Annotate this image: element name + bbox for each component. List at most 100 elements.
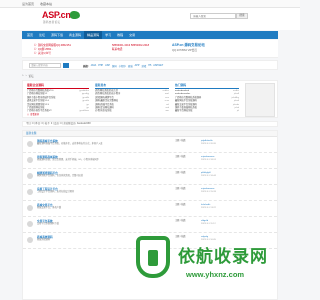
thread-counts: 主题 / 帖数 xyxy=(175,204,186,206)
promo-title-block: ASP.cn 源码交易论坛 QQ:1073564 VIP会员 xyxy=(172,43,205,53)
nav-item-home[interactable]: 首页 xyxy=(24,31,36,39)
thread-user[interactable]: xujiedunmans xyxy=(201,156,215,158)
thread-date: 2023-3-1 11:12 xyxy=(201,223,216,226)
china-map-icon xyxy=(70,11,80,19)
hot-keyword[interactable]: ASP xyxy=(105,64,110,68)
thread-user[interactable]: sfdgsfd xyxy=(201,220,208,222)
thread-last-post: sfdgsfd 2023-3-1 11:12 xyxy=(201,220,216,226)
forum-icon xyxy=(27,221,33,227)
nav-item-commercial[interactable]: 商业源码 xyxy=(66,31,84,39)
breadcrumb-forum[interactable]: 论坛 xyxy=(28,74,33,78)
forum-icon xyxy=(27,141,33,147)
thread-counts: 主题 / 帖数 xyxy=(175,172,186,174)
hot-keyword[interactable]: PHP xyxy=(98,64,103,68)
nav-item-download[interactable]: 源码下载 xyxy=(48,31,66,39)
thread-user[interactable]: xujiedunmans xyxy=(201,188,215,190)
nav-item-forum[interactable]: 论坛 xyxy=(36,31,48,39)
thread-user[interactable]: hsfuhsdfs xyxy=(201,204,210,206)
top-links: 设为首页 收藏本站 xyxy=(22,2,52,6)
list-item[interactable]: [小程序]仿站系统 wer xyxy=(95,110,169,113)
promo-phone: 58653001-3013 58653002-2018 联系电话 xyxy=(112,44,149,52)
watermark-url: www.yhxnz.com xyxy=(186,270,245,279)
thread-date: 2023-3-1 18:24 xyxy=(201,159,216,162)
forum-icon xyxy=(27,205,33,211)
promo-contact-list: 〉〉源码交易网客服QQ:4862151 〉〉QQ群:2582... 〉〉关注公众… xyxy=(34,44,71,56)
hot-keyword[interactable]: 游戏 xyxy=(141,64,146,68)
thread-desc: 棋牌游戏平台源码，包含多款游戏，完整可运营 xyxy=(37,175,83,177)
thread-counts: 主题 / 帖数 xyxy=(175,220,186,222)
thread-row[interactable]: 商城交易平台 商城交易平台，多商户版 主题 / 帖数 hsfuhsdfs 2023… xyxy=(23,201,277,217)
keyword-input[interactable]: 请输入搜索内容 xyxy=(29,63,61,68)
search-button[interactable]: 搜索 xyxy=(236,13,248,19)
thread-row[interactable]: 棋牌游戏源码平台 棋牌游戏平台源码，包含多款游戏，完整可运营 主题 / 帖数 p… xyxy=(23,169,277,185)
thread-date: 2023-3-1 13:22 xyxy=(201,207,216,210)
logo-brand: ASP.cn xyxy=(42,10,71,20)
side-ad-panel[interactable] xyxy=(245,83,275,117)
forum-icon xyxy=(27,237,33,243)
featured-blocks: 最新企业源码 广西地市完整网站系统V2.0 jgrsddrtha 广西地市网站系统… xyxy=(22,80,278,118)
block-title: 最新企业源码 xyxy=(27,83,89,89)
thread-row[interactable]: 房屋工程设计平台 工程设计平台源码，支持在线设计预约 主题 / 帖数 xujie… xyxy=(23,185,277,201)
thread-desc: 交易平台系统源码下载 xyxy=(37,223,59,225)
forum-icon xyxy=(27,173,33,179)
block-title: 热门源码 xyxy=(175,83,239,89)
hot-keyword[interactable]: APP xyxy=(135,64,140,68)
block-hot-source: 热门源码 asdasdsadssd asdhh asdasdsaasdas jsfs… xyxy=(175,83,239,114)
breadcrumb-separator: › xyxy=(25,74,27,77)
nav-item-learn[interactable]: 学习 xyxy=(102,31,114,39)
hot-keyword[interactable]: ASP.NET xyxy=(153,64,163,68)
promo-line[interactable]: 〉〉关注公众号 xyxy=(34,52,71,56)
home-icon[interactable]: ⌂ xyxy=(22,74,24,78)
hot-keyword[interactable]: 商城 xyxy=(128,64,133,68)
block-latest-posts: 最新发布 [商务网站系统]仿站大全 asdfas [商务网站系统]仿站小程序 ewr… xyxy=(95,83,169,114)
forum-icon xyxy=(27,157,33,163)
thread-desc: 工程设计平台源码，支持在线设计预约 xyxy=(37,191,75,193)
hot-keyword[interactable]: H5 xyxy=(148,64,151,68)
promo-banner: 〉〉源码交易网客服QQ:4862151 〉〉QQ群:2582... 〉〉关注公众… xyxy=(22,40,278,58)
hot-keyword[interactable]: 源码 xyxy=(112,64,117,68)
thread-desc: 商城源码系统，含后台管理，支持手机端，H5，小程序多端同步 xyxy=(37,159,99,161)
thread-desc: 商城交易平台，多商户版 xyxy=(37,207,62,209)
nav-item-featured[interactable]: 精品源码 xyxy=(84,31,103,39)
thread-counts: 主题 / 帖数 xyxy=(175,156,186,158)
thread-counts: 主题 / 帖数 xyxy=(175,188,186,190)
thread-last-post: xujiedunmans 2023-3-1 15:33 xyxy=(201,188,216,194)
nav-item-tutorial[interactable]: 教程 xyxy=(114,31,126,39)
hot-label: 热搜: xyxy=(83,65,89,68)
block-title: 最新发布 xyxy=(95,83,169,89)
hot-keywords: 热搜: JAVA PHP ASP 源码 小程序 商城 APP 游戏 H5 ASP… xyxy=(83,64,163,68)
thread-desc: 最新源码商城平台系统，功能齐全，支持多种支付方式，多商户入驻 xyxy=(37,143,103,145)
set-homepage-link[interactable]: 设为首页 xyxy=(22,2,34,6)
promo-phone-label: 联系电话 xyxy=(112,48,123,51)
thread-last-post: xujiedunmans 2023-3-1 18:24 xyxy=(201,156,216,162)
forum-stats: 今日: 0 | 昨日: 0 | 帖子: 0 | 会员: 0 | 欢迎新会员: h… xyxy=(22,121,278,127)
top-bar: 设为首页 收藏本站 xyxy=(0,0,300,8)
keyword-search-button[interactable] xyxy=(63,63,69,68)
logo-tagline: 源码交易论坛 xyxy=(43,21,61,24)
bookmark-link[interactable]: 收藏本站 xyxy=(40,2,52,6)
site-logo[interactable]: ASP.cn 源码交易论坛 xyxy=(42,10,80,24)
thread-date: 2023-3-1 16:44 xyxy=(201,175,216,178)
thread-date: 2023-3-1 15:33 xyxy=(201,191,216,194)
thread-counts: 主题 / 帖数 xyxy=(175,140,186,142)
list-item[interactable]: 最新平台网站系统 jsf xyxy=(175,110,239,113)
keyword-search-bar: 请输入搜索内容 热搜: JAVA PHP ASP 源码 小程序 商城 APP 游… xyxy=(22,60,278,70)
hot-keyword[interactable]: 小程序 xyxy=(119,64,126,68)
thread-user[interactable]: pkfhkghjkl xyxy=(201,172,211,174)
nav-item-trade[interactable]: 交易 xyxy=(126,31,138,39)
forum-icon xyxy=(27,189,33,195)
thread-date: 2023-3-1 20:26 xyxy=(201,143,216,146)
breadcrumb: ⌂ › 论坛 xyxy=(22,74,34,78)
block-latest-enterprise: 最新企业源码 广西地市完整网站系统V2.0 jgrsddrtha 广西地市网站系统… xyxy=(27,83,89,117)
shield-icon xyxy=(136,236,170,278)
thread-row[interactable]: 源码商城平台系统 最新源码商城平台系统，功能齐全，支持多种支付方式，多商户入驻 … xyxy=(23,137,277,153)
hot-keyword[interactable]: JAVA xyxy=(91,64,97,68)
promo-subtitle: QQ:1073564 VIP会员 xyxy=(172,49,197,52)
watermark: 依航收录网 www.yhxnz.com xyxy=(128,232,298,300)
more-link[interactable]: 〉〉查看更多 xyxy=(27,114,89,117)
search-input[interactable] xyxy=(191,14,235,19)
thread-row[interactable]: 易客源码商城系统 商城源码系统，含后台管理，支持手机端，H5，小程序多端同步 主… xyxy=(23,153,277,169)
thread-row[interactable]: 交易平台系统 交易平台系统源码下载 主题 / 帖数 sfdgsfd 2023-3-… xyxy=(23,217,277,233)
watermark-title: 依航收录网 xyxy=(178,247,268,266)
thread-user[interactable]: jafydkfuiuhh xyxy=(201,140,213,142)
